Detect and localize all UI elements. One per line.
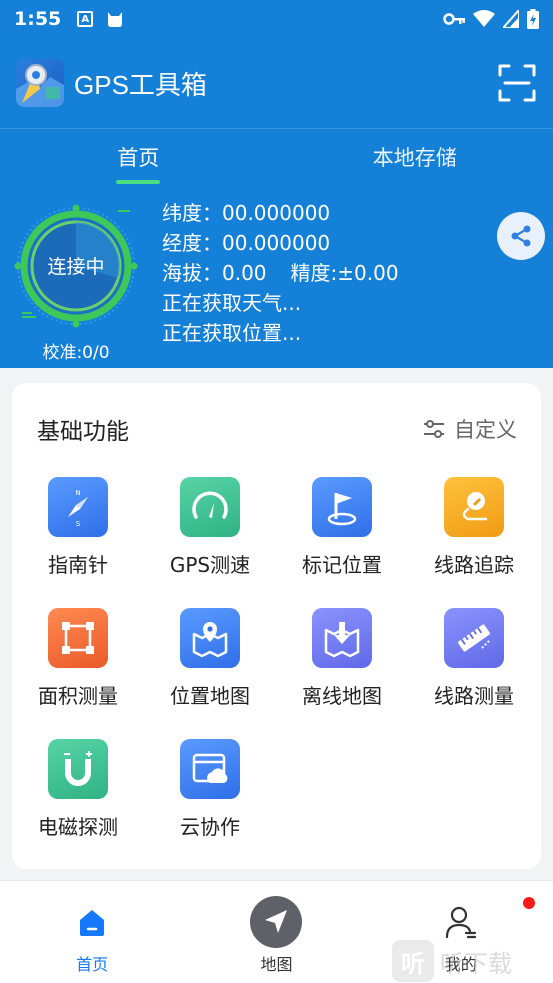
card-header: 基础功能 自定义 (37, 411, 517, 447)
watermark: 听 听下载 (392, 940, 512, 982)
status-time: 1:55 (14, 8, 62, 30)
feature-label: 电磁探测 (38, 815, 118, 839)
route-pen-icon (444, 477, 504, 537)
compass-icon: N S (48, 477, 108, 537)
card-title: 基础功能 (37, 419, 129, 445)
notification-badge (523, 897, 535, 909)
gps-status-panel: 连接中 校准:0/0 纬度：00.000000 经度：00.000000 海拔：… (0, 184, 553, 368)
svg-text:N: N (75, 489, 80, 497)
cat-notification-icon (108, 12, 123, 27)
speedometer-icon (180, 477, 240, 537)
home-icon (65, 895, 119, 949)
basic-functions-card: 基础功能 自定义 N S 指南针 GPS测速 标记位置 线路追踪 面积测量 位置… (12, 383, 541, 869)
scan-icon (498, 64, 536, 102)
watermark-logo: 听 (392, 940, 434, 982)
longitude-value: 经度：00.000000 (162, 231, 331, 255)
ruler-icon (444, 608, 504, 668)
notification-a-icon: A (77, 11, 94, 27)
tab-home-label: 首页 (117, 145, 160, 170)
app-title: GPS工具箱 (74, 69, 207, 100)
location-status: 正在获取位置... (162, 321, 302, 345)
feature-mark-location[interactable]: 标记位置 (276, 477, 408, 587)
customize-button[interactable]: 自定义 (422, 414, 517, 444)
vpn-key-icon (443, 13, 465, 25)
share-button[interactable] (497, 212, 545, 260)
feature-label: 云协作 (180, 815, 240, 839)
scan-button[interactable] (497, 63, 537, 103)
feature-label: GPS测速 (169, 553, 251, 577)
altitude-accuracy-row: 海拔：0.00 精度:±0.00 (162, 258, 399, 288)
flag-icon (312, 477, 372, 537)
feature-label: 面积测量 (38, 684, 118, 708)
feature-gps-speed[interactable]: GPS测速 (144, 477, 276, 587)
magnet-icon (48, 739, 108, 799)
wifi-icon (473, 10, 495, 27)
feature-compass[interactable]: N S 指南针 (12, 477, 144, 587)
altitude-value: 海拔：0.00 (162, 261, 267, 285)
calibration-count: 校准:0/0 (42, 343, 110, 363)
feature-em-detect[interactable]: 电磁探测 (12, 739, 144, 849)
feature-offline-map[interactable]: 离线地图 (276, 608, 408, 718)
watermark-text: 听下载 (440, 949, 512, 978)
feature-area-measure[interactable]: 面积测量 (12, 608, 144, 718)
cloud-icon (180, 739, 240, 799)
accuracy-value: 精度:±0.00 (290, 261, 399, 285)
feature-location-map[interactable]: 位置地图 (144, 608, 276, 718)
feature-label: 离线地图 (302, 684, 382, 708)
tab-local-storage[interactable]: 本地存储 (277, 129, 553, 184)
status-bar: 1:55 A (0, 0, 553, 38)
feature-label: 标记位置 (302, 553, 382, 577)
feature-label: 线路追踪 (434, 553, 514, 577)
feature-label: 位置地图 (170, 684, 250, 708)
svg-text:S: S (76, 520, 81, 527)
battery-icon (527, 9, 539, 29)
sliders-icon (424, 420, 444, 438)
feature-route-measure[interactable]: 线路测量 (408, 608, 540, 718)
nav-map[interactable]: 地图 (184, 881, 368, 983)
app-logo-icon (16, 59, 64, 107)
share-icon (511, 225, 531, 247)
nav-home[interactable]: 首页 (0, 881, 184, 983)
nav-home-label: 首页 (76, 955, 109, 974)
customize-label: 自定义 (454, 418, 517, 442)
satellite-gauge[interactable]: 连接中 (14, 204, 138, 328)
gps-info: 纬度：00.000000 经度：00.000000 海拔：0.00 精度:±0.0… (162, 198, 399, 348)
connection-status: 连接中 (47, 256, 105, 278)
tab-local-storage-label: 本地存储 (372, 145, 457, 170)
navigation-arrow-icon (249, 895, 303, 949)
top-tabs: 首页 本地存储 (0, 128, 553, 184)
weather-status: 正在获取天气... (162, 291, 302, 315)
area-icon (48, 608, 108, 668)
nav-map-label: 地图 (260, 955, 293, 974)
feature-route-tracking[interactable]: 线路追踪 (408, 477, 540, 587)
feature-cloud-collab[interactable]: 云协作 (144, 739, 276, 849)
feature-label: 指南针 (48, 553, 108, 577)
cell-signal-icon (503, 10, 519, 28)
latitude-value: 纬度：00.000000 (162, 201, 331, 225)
map-pin-icon (180, 608, 240, 668)
offline-map-icon (312, 608, 372, 668)
feature-label: 线路测量 (434, 684, 514, 708)
tab-home[interactable]: 首页 (0, 129, 277, 184)
app-bar: GPS工具箱 (0, 38, 553, 128)
